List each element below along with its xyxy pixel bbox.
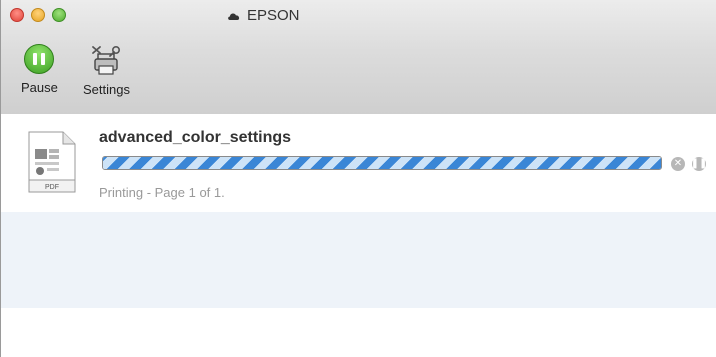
job-progress-bar: [102, 156, 662, 170]
toolbar: EPSON Pause Settings: [1, 0, 716, 115]
cancel-icon[interactable]: ✕: [671, 157, 685, 171]
zoom-window-button[interactable]: [52, 8, 66, 22]
job-progress-fill: [103, 157, 661, 169]
settings-tool[interactable]: Settings: [83, 44, 130, 97]
settings-label: Settings: [83, 82, 130, 97]
pdf-document-icon: PDF: [28, 131, 76, 193]
close-window-button[interactable]: [10, 8, 24, 22]
print-job-row[interactable]: PDF advanced_color_settings ✕ ❚❚ Printin…: [1, 114, 716, 212]
job-name: advanced_color_settings: [99, 129, 292, 146]
pause-label: Pause: [21, 80, 58, 95]
pause-job-icon[interactable]: ❚❚: [691, 157, 707, 171]
empty-queue-row: [1, 212, 716, 308]
pause-icon[interactable]: [24, 44, 55, 74]
minimize-window-button[interactable]: [31, 8, 45, 22]
printer-settings-icon[interactable]: [89, 44, 123, 76]
job-status: Printing - Page 1 of 1.: [99, 185, 225, 200]
pdf-label: PDF: [45, 184, 59, 191]
pause-tool[interactable]: Pause: [21, 44, 58, 95]
cloud-icon: [228, 13, 240, 20]
window-title: EPSON: [227, 7, 300, 24]
window-title-text: EPSON: [247, 7, 300, 24]
print-queue-window: EPSON Pause Settings PDF advanced_color_…: [0, 0, 716, 357]
